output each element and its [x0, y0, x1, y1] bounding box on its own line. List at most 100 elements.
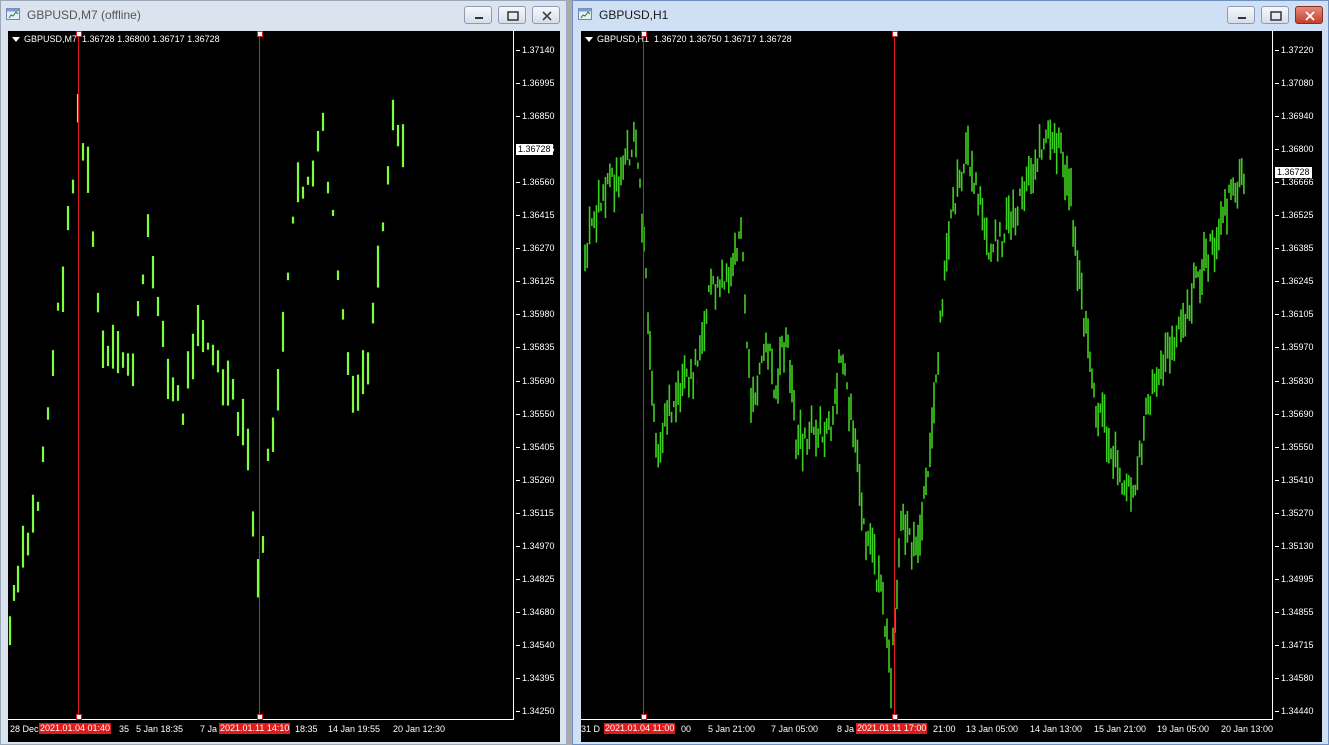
restore-button[interactable] — [1261, 6, 1289, 24]
price-label: 1.36995 — [516, 78, 555, 89]
current-price-tag: 1.36728 — [1275, 167, 1312, 178]
price-label: 1.35690 — [1275, 408, 1314, 419]
close-button[interactable] — [1295, 6, 1323, 24]
current-price-tag: 1.36728 — [516, 144, 553, 155]
minimize-icon — [475, 17, 483, 19]
minimize-button[interactable] — [464, 6, 492, 24]
time-label: 19 Jan 05:00 — [1157, 724, 1210, 734]
vertical-line-handle[interactable] — [257, 31, 263, 37]
titlebar[interactable]: GBPUSD,M7 (offline) — [1, 1, 566, 29]
chart-header: GBPUSD,H1 1.36720 1.36750 1.36717 1.3672… — [585, 34, 792, 44]
time-label: 5 Jan 18:35 — [136, 724, 184, 734]
chart-window-m7[interactable]: GBPUSD,M7 (offline) GBPUSD,M7 1.36728 1.… — [0, 0, 567, 745]
vertical-line-handle[interactable] — [257, 714, 263, 720]
price-label: 1.35550 — [516, 408, 555, 419]
price-label: 1.36270 — [516, 243, 555, 254]
restore-icon — [507, 11, 519, 21]
price-label: 1.35270 — [1275, 507, 1314, 518]
price-label: 1.35550 — [1275, 441, 1314, 452]
time-label: 20 Jan 13:00 — [1221, 724, 1274, 734]
time-axis-line — [581, 719, 1273, 720]
vertical-line-time-tag: 2021.01.04 01:40 — [39, 723, 112, 734]
time-label: 5 Jan 21:00 — [708, 724, 756, 734]
price-chart[interactable]: GBPUSD,H1 1.36720 1.36750 1.36717 1.3672… — [581, 31, 1322, 742]
minimize-button[interactable] — [1227, 6, 1255, 24]
vertical-line[interactable] — [78, 31, 79, 719]
chevron-down-icon[interactable] — [585, 37, 593, 43]
price-label: 1.36666 — [1275, 177, 1314, 188]
time-label: 8 Ja — [837, 724, 855, 734]
close-icon — [542, 11, 552, 21]
time-label: 15 Jan 21:00 — [1094, 724, 1147, 734]
price-label: 1.36850 — [516, 111, 555, 122]
vertical-line[interactable] — [643, 31, 644, 719]
time-label: 14 Jan 19:55 — [328, 724, 381, 734]
price-label: 1.35970 — [1275, 342, 1314, 353]
price-label: 1.36560 — [516, 177, 555, 188]
ohlc-values: 1.36728 1.36800 1.36717 1.36728 — [82, 34, 220, 44]
price-label: 1.35690 — [516, 375, 555, 386]
price-label: 1.35115 — [516, 507, 554, 518]
price-label: 1.35130 — [1275, 540, 1314, 551]
price-chart[interactable]: GBPUSD,M7 1.36728 1.36800 1.36717 1.3672… — [8, 31, 560, 742]
price-label: 1.34250 — [516, 706, 555, 716]
price-axis-line — [513, 31, 514, 720]
close-icon — [1305, 11, 1315, 21]
window-title: GBPUSD,H1 — [599, 8, 669, 22]
vertical-line-handle[interactable] — [892, 31, 898, 37]
price-label: 1.34715 — [1275, 639, 1314, 650]
price-label: 1.35835 — [516, 342, 555, 353]
titlebar[interactable]: GBPUSD,H1 — [573, 1, 1328, 29]
price-label: 1.37080 — [1275, 78, 1314, 89]
symbol-label: GBPUSD,M7 — [24, 34, 78, 44]
price-axis-line — [1272, 31, 1273, 720]
vertical-line-handle[interactable] — [641, 31, 647, 37]
chevron-down-icon[interactable] — [12, 37, 20, 43]
price-label: 1.34855 — [1275, 606, 1314, 617]
time-label: 21:00 — [933, 724, 956, 734]
vertical-line-handle[interactable] — [76, 714, 82, 720]
price-label: 1.35830 — [1275, 375, 1314, 386]
vertical-line-handle[interactable] — [76, 31, 82, 37]
time-label: 18:35 — [295, 724, 318, 734]
time-label: 28 Dec — [10, 724, 39, 734]
vertical-line-time-tag: 2021.01.11 17:00 — [856, 723, 928, 734]
price-label: 1.35260 — [516, 474, 555, 485]
price-label: 1.36105 — [1275, 309, 1314, 320]
time-label: 31 D — [581, 724, 601, 734]
chart-window-h1[interactable]: GBPUSD,H1 GBPUSD,H1 1.36720 1.36750 1.36… — [572, 0, 1329, 745]
price-label: 1.34995 — [1275, 573, 1314, 584]
price-label: 1.36125 — [516, 276, 555, 287]
time-label: 7 Jan 05:00 — [771, 724, 819, 734]
time-label: 35 — [119, 724, 130, 734]
price-label: 1.34825 — [516, 573, 555, 584]
price-label: 1.36415 — [516, 210, 555, 221]
chart-window-icon — [578, 8, 592, 20]
price-label: 1.37140 — [516, 45, 555, 55]
restore-button[interactable] — [498, 6, 526, 24]
price-label: 1.34540 — [516, 639, 555, 650]
chart-header: GBPUSD,M7 1.36728 1.36800 1.36717 1.3672… — [12, 34, 220, 44]
close-button[interactable] — [532, 6, 560, 24]
vertical-line-handle[interactable] — [641, 714, 647, 720]
candles-plot[interactable] — [8, 31, 513, 719]
minimize-icon — [1238, 17, 1246, 19]
candles-plot[interactable] — [581, 31, 1272, 719]
price-label: 1.37220 — [1275, 45, 1314, 55]
price-label: 1.35980 — [516, 309, 555, 320]
price-label: 1.34440 — [1275, 706, 1314, 716]
price-label: 1.35405 — [516, 441, 555, 452]
price-label: 1.34395 — [516, 672, 555, 683]
price-label: 1.36800 — [1275, 144, 1314, 155]
chart-window-icon — [6, 8, 20, 20]
price-label: 1.36525 — [1275, 210, 1314, 221]
price-label: 1.36385 — [1275, 243, 1314, 254]
price-label: 1.36940 — [1275, 111, 1314, 122]
vertical-line[interactable] — [259, 31, 260, 719]
price-label: 1.34680 — [516, 606, 555, 617]
price-label: 1.35410 — [1275, 474, 1314, 485]
vertical-line-handle[interactable] — [892, 714, 898, 720]
time-label: 14 Jan 13:00 — [1030, 724, 1083, 734]
ohlc-values: 1.36720 1.36750 1.36717 1.36728 — [654, 34, 792, 44]
vertical-line[interactable] — [894, 31, 895, 719]
